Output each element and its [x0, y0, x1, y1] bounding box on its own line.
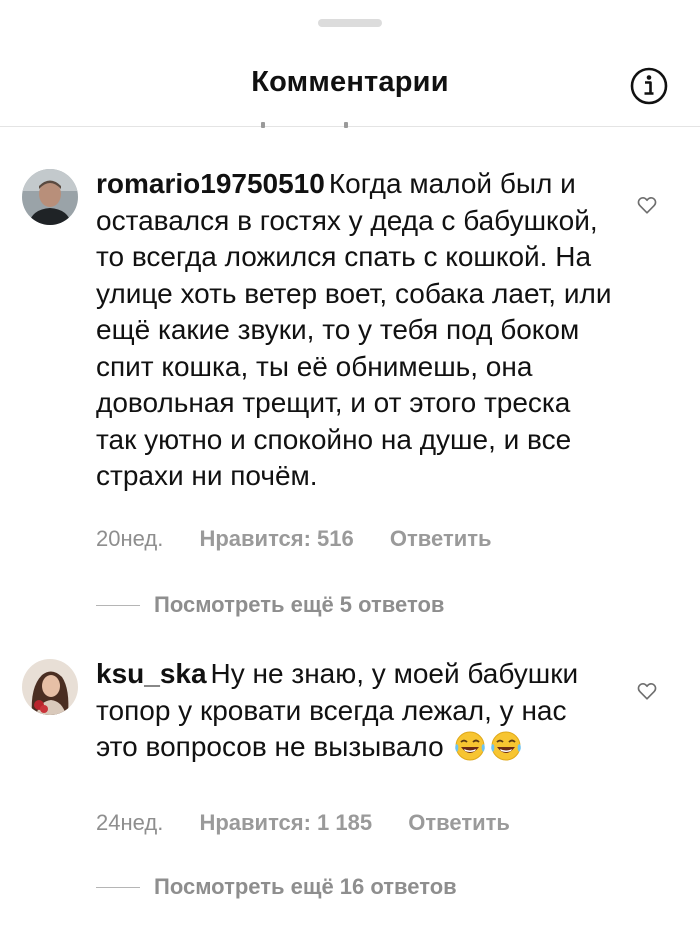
comment-text: ksu_ska Ну не знаю, у моей бабушки топор …	[96, 656, 616, 766]
comment-text: romario19750510 Когда малой был и оставал…	[96, 166, 616, 495]
avatar[interactable]	[22, 169, 78, 225]
view-replies-button[interactable]: Посмотреть ещё 5 ответов	[96, 590, 444, 620]
view-replies-button[interactable]: Посмотреть ещё 16 ответов	[96, 872, 457, 902]
scroll-indicator-dot	[344, 122, 348, 128]
view-replies-label: Посмотреть ещё 5 ответов	[154, 592, 445, 617]
header-divider	[0, 126, 700, 127]
sheet-grabber-handle[interactable]	[318, 19, 382, 27]
rolling-on-floor-laughing-icon	[489, 730, 523, 762]
comment-username[interactable]: ksu_ska	[96, 658, 207, 689]
comment-timestamp: 24нед.	[96, 810, 164, 835]
page-title: Комментарии	[251, 66, 449, 98]
comment-timestamp: 20нед.	[96, 526, 164, 551]
view-replies-label: Посмотреть ещё 16 ответов	[154, 874, 457, 899]
comments-sheet: Комментарии romario19750510 Когда малой б…	[0, 0, 700, 939]
comment-likes-count[interactable]: Нравится: 1 185	[199, 810, 372, 836]
view-replies-line	[96, 604, 140, 606]
comment-likes-count[interactable]: Нравится: 516	[199, 526, 353, 552]
comment-meta: 20нед. Нравится: 516 Ответить	[96, 526, 492, 552]
view-replies-line	[96, 886, 140, 888]
heart-outline-icon[interactable]	[636, 680, 658, 702]
rolling-on-floor-laughing-icon	[453, 730, 487, 762]
reply-button[interactable]: Ответить	[390, 526, 492, 552]
reply-button[interactable]: Ответить	[408, 810, 510, 836]
heart-outline-icon[interactable]	[636, 194, 658, 216]
comment-meta: 24нед. Нравится: 1 185 Ответить	[96, 810, 510, 836]
comment-message: Когда малой был и оставался в гостях у д…	[96, 168, 612, 491]
avatar[interactable]	[22, 659, 78, 715]
scroll-indicator-dot	[261, 122, 265, 128]
comment-username[interactable]: romario19750510	[96, 168, 325, 199]
info-icon[interactable]	[629, 66, 669, 106]
